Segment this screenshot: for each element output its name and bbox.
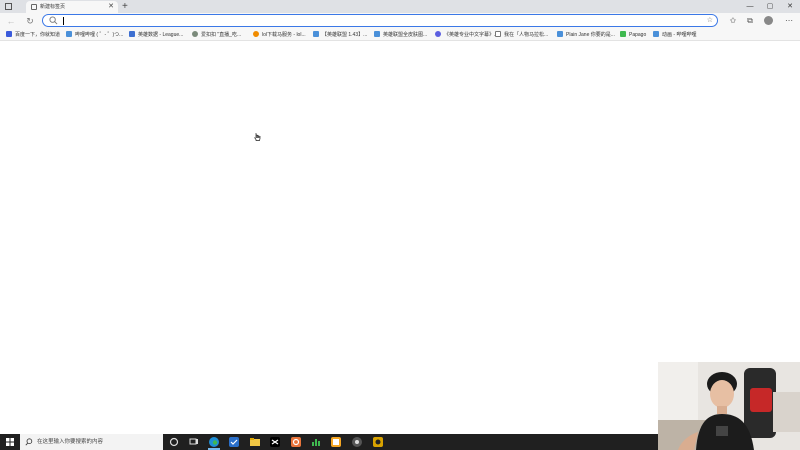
bookmark-label: 我在「人物马拉松... [504,32,549,38]
webcam-overlay-image [658,362,800,450]
bookmark-item[interactable]: Plain Jane 你要的是... [557,30,615,40]
obs-icon[interactable] [351,436,363,448]
bookmark-item[interactable]: lol下载马服务 - lol... [253,30,306,40]
bookmark-item[interactable]: 爱扣扣 "直播_吃... [192,30,241,40]
bookmarks-bar: 百度一下，你就知道 哔哩哔哩 ( ゜- ゜)つ... 英雄数据 - League… [0,29,800,41]
back-icon[interactable]: ← [4,14,18,28]
tab-new-tab[interactable]: 新建标签页 ✕ [26,1,118,13]
search-icon [49,16,58,25]
bookmark-label: 英雄数据 - League... [138,32,184,38]
bookmark-favicon-icon [620,31,626,37]
bookmark-favicon-icon [313,31,319,37]
address-bar[interactable]: ☆ [42,14,718,27]
refresh-icon[interactable]: ↻ [23,14,37,28]
bookmark-item[interactable]: 哔哩哔哩 ( ゜- ゜)つ... [66,30,123,40]
bookmark-item[interactable]: 《英雄专业中文字幕》... [435,30,498,40]
taskbar-search-placeholder: 在这里输入你要搜索的内容 [37,439,104,445]
taskbar-search-icon [25,438,33,446]
bookmark-favicon-icon [435,31,441,37]
bookmark-favicon-icon [653,31,659,37]
bookmark-item[interactable]: 动画 - 哔哩哔哩 [653,30,696,40]
favorites-icon[interactable]: ✩ [726,14,740,28]
bookmark-label: 【英雄联盟 1.43】... [322,32,368,38]
orange-app-icon[interactable] [372,436,384,448]
bookmark-item[interactable]: 百度一下，你就知道 [6,30,60,40]
bookmark-label: Plain Jane 你要的是... [566,32,615,38]
new-tab-button[interactable]: + [122,0,128,13]
bookmark-item[interactable]: 英雄联盟全皮肤图... [374,30,427,40]
windows-taskbar: 在这里输入你要搜索的内容 [0,434,658,450]
new-tab-favicon-icon [31,4,37,10]
window-menu-icon[interactable] [5,3,12,10]
chart-app-icon[interactable] [310,436,322,448]
steam-like-icon[interactable] [228,436,240,448]
bookmark-label: lol下载马服务 - lol... [262,32,306,38]
bookmark-favicon-icon [192,31,198,37]
windows-start-icon[interactable] [6,438,14,446]
tab-title: 新建标签页 [40,4,66,10]
bookmark-favicon-icon [253,31,259,37]
browser-screen: 新建标签页 ✕ + — ▢ ✕ ← ↻ ☆ ✩ ⧉ ⋯ 百度一下，你就知道 哔哩… [0,0,800,450]
bookmark-label: 爱扣扣 "直播_吃... [201,32,242,38]
bookmark-favicon-icon [495,31,501,37]
tab-close-icon[interactable]: ✕ [108,2,114,12]
bookmark-favicon-icon [6,31,12,37]
bookmark-label: 百度一下，你就知道 [15,32,61,38]
bookmark-favicon-icon [66,31,72,37]
text-caret [63,17,64,25]
minimize-button[interactable]: — [740,0,760,13]
bookmark-label: Papago [629,32,647,38]
browser-toolbar: ← ↻ ☆ ✩ ⧉ ⋯ [0,13,800,29]
g-app-icon[interactable] [290,436,302,448]
bookmark-item[interactable]: 我在「人物马拉松... [495,30,548,40]
bookmark-label: 动画 - 哔哩哔哩 [662,32,697,38]
bookmark-favicon-icon [557,31,563,37]
notes-app-icon[interactable] [330,436,342,448]
more-menu-icon[interactable]: ⋯ [782,14,796,28]
close-window-button[interactable]: ✕ [780,0,800,13]
cortana-icon[interactable] [168,436,180,448]
profile-avatar[interactable] [764,16,773,25]
bookmark-item[interactable]: 英雄数据 - League... [129,30,183,40]
bookmark-favicon-icon [374,31,380,37]
file-explorer-icon[interactable] [249,436,261,448]
edge-icon[interactable] [208,436,220,448]
capcut-icon[interactable] [269,436,281,448]
bookmark-item[interactable]: Papago [620,30,646,40]
bookmark-label: 《英雄专业中文字幕》... [444,32,499,38]
address-input[interactable] [63,16,663,26]
bookmark-label: 英雄联盟全皮肤图... [383,32,428,38]
hand-cursor-icon [254,133,261,141]
bookmark-label: 哔哩哔哩 ( ゜- ゜)つ... [75,32,124,38]
taskbar-search-box[interactable]: 在这里输入你要搜索的内容 [20,434,163,450]
bookmark-favicon-icon [129,31,135,37]
task-view-icon[interactable] [188,436,200,448]
bookmark-item[interactable]: 【英雄联盟 1.43】... [313,30,367,40]
collections-icon[interactable]: ⧉ [743,14,757,28]
tab-strip: 新建标签页 ✕ + — ▢ ✕ [0,0,800,13]
favorite-star-icon[interactable]: ☆ [707,16,713,26]
maximize-button[interactable]: ▢ [760,0,780,13]
